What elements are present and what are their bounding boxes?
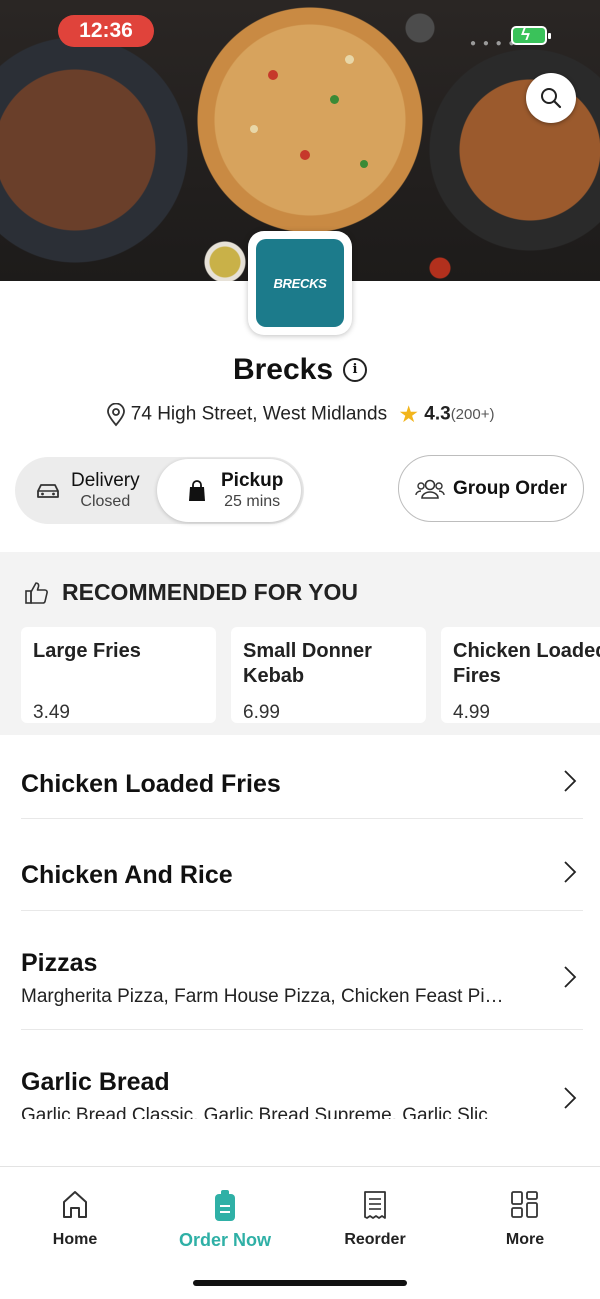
recommended-card[interactable]: Chicken Loaded Fires 4.99: [441, 627, 600, 723]
group-order-button[interactable]: Group Order: [398, 455, 584, 522]
chevron-right-icon: [564, 861, 577, 883]
delivery-option[interactable]: Delivery Closed: [35, 457, 140, 524]
store-name: Brecks: [232, 353, 334, 387]
info-icon[interactable]: i: [343, 358, 368, 383]
tab-label: Reorder: [344, 1231, 406, 1248]
chevron-right-icon: [564, 770, 577, 792]
pickup-label: Pickup: [221, 469, 284, 491]
tab-label: More: [505, 1231, 545, 1248]
category-row[interactable]: Chicken And Rice: [21, 819, 583, 911]
order-icon: [215, 1190, 235, 1221]
rating-count: (200+): [450, 406, 495, 423]
recommended-card[interactable]: Small Donner Kebab 6.99: [231, 627, 426, 723]
status-time: 12:36: [58, 15, 154, 47]
search-icon: [541, 88, 562, 109]
recommended-card[interactable]: Large Fries 3.49: [21, 627, 216, 723]
category-subtitle: Margherita Pizza, Farm House Pizza, Chic…: [21, 986, 504, 1007]
store-logo: BRECKS: [248, 231, 352, 335]
signal-icon: ● ● ● ●: [470, 38, 517, 49]
recommended-section: RECOMMENDED FOR YOU Large Fries 3.49 Sma…: [0, 552, 600, 735]
store-address: 74 High Street, West Midlands: [130, 403, 388, 425]
chevron-right-icon: [564, 966, 577, 988]
chevron-right-icon: [564, 1087, 577, 1109]
recommended-item-name: Small Donner Kebab: [243, 640, 372, 687]
tab-label: Order Now: [178, 1230, 271, 1250]
category-subtitle: Garlic Bread Classic, Garlic Bread Supre…: [21, 1105, 488, 1119]
tab-reorder[interactable]: Reorder: [315, 1189, 435, 1249]
recommended-item-name: Large Fries: [33, 640, 141, 662]
location-pin-icon: [106, 402, 125, 426]
delivery-status: Closed: [80, 492, 131, 510]
store-meta-row: 74 High Street, West Midlands ★ 4.3(200+…: [0, 401, 600, 428]
category-row[interactable]: Garlic Bread Garlic Bread Classic, Garli…: [21, 1030, 583, 1119]
store-rating: 4.3: [424, 403, 451, 425]
category-row[interactable]: Pizzas Margherita Pizza, Farm House Pizz…: [21, 911, 583, 1030]
category-row[interactable]: Chicken Loaded Fries: [21, 736, 583, 819]
order-mode-toggle: Delivery Closed Pickup 25 mins: [15, 457, 304, 524]
tab-home[interactable]: Home: [15, 1189, 135, 1249]
group-order-label: Group Order: [452, 477, 567, 499]
star-icon: ★: [398, 401, 419, 427]
delivery-label: Delivery: [71, 469, 140, 491]
category-title: Chicken Loaded Fries: [21, 770, 281, 798]
home-icon: [63, 1191, 87, 1218]
tab-order-now[interactable]: Order Now: [165, 1189, 285, 1251]
thumbs-up-icon: [25, 581, 48, 604]
charging-icon: ϟ: [521, 25, 530, 44]
recommended-item-price: 6.99: [243, 702, 280, 723]
grid-icon: [511, 1191, 538, 1218]
group-icon: [415, 479, 445, 499]
pickup-option[interactable]: Pickup 25 mins: [157, 459, 301, 522]
pickup-time: 25 mins: [224, 492, 281, 510]
recommended-item-name: Chicken Loaded Fires: [453, 640, 600, 687]
category-title: Pizzas: [21, 949, 98, 977]
recommended-header: RECOMMENDED FOR YOU: [24, 579, 358, 606]
receipt-icon: [364, 1191, 386, 1219]
car-icon: [37, 483, 59, 498]
tab-label: Home: [52, 1231, 98, 1248]
category-title: Garlic Bread: [21, 1068, 170, 1096]
store-title-row: Brecks i: [0, 352, 600, 387]
home-indicator: [193, 1280, 407, 1286]
category-title: Chicken And Rice: [21, 861, 233, 889]
recommended-item-price: 3.49: [33, 702, 70, 723]
store-logo-mark: BRECKS: [256, 239, 344, 327]
recommended-title: RECOMMENDED FOR YOU: [62, 579, 359, 605]
shopping-bag-icon: [189, 479, 205, 501]
search-button[interactable]: [526, 73, 576, 123]
category-list: Chicken Loaded Fries Chicken And Rice Pi…: [0, 736, 600, 1119]
recommended-item-price: 4.99: [453, 702, 490, 723]
tab-more[interactable]: More: [465, 1189, 585, 1249]
